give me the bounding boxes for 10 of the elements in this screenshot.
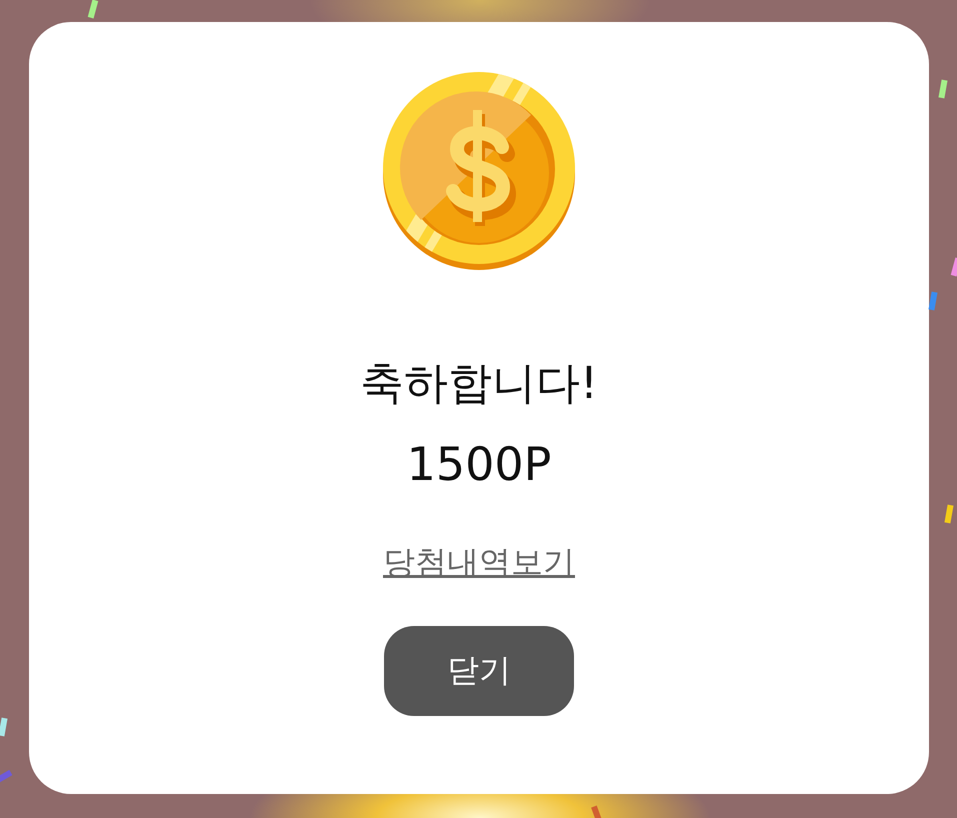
close-button[interactable]: 닫기 <box>384 626 574 716</box>
confetti-piece <box>944 504 954 524</box>
congrats-title: 축하합니다! <box>360 357 598 411</box>
confetti-piece <box>0 770 12 784</box>
coin-icon <box>381 70 577 272</box>
confetti-piece <box>88 0 98 18</box>
prize-amount: 1500P <box>406 436 552 492</box>
confetti-piece <box>938 80 948 98</box>
confetti-piece <box>0 718 8 736</box>
history-link[interactable]: 당첨내역보기 <box>383 542 575 582</box>
